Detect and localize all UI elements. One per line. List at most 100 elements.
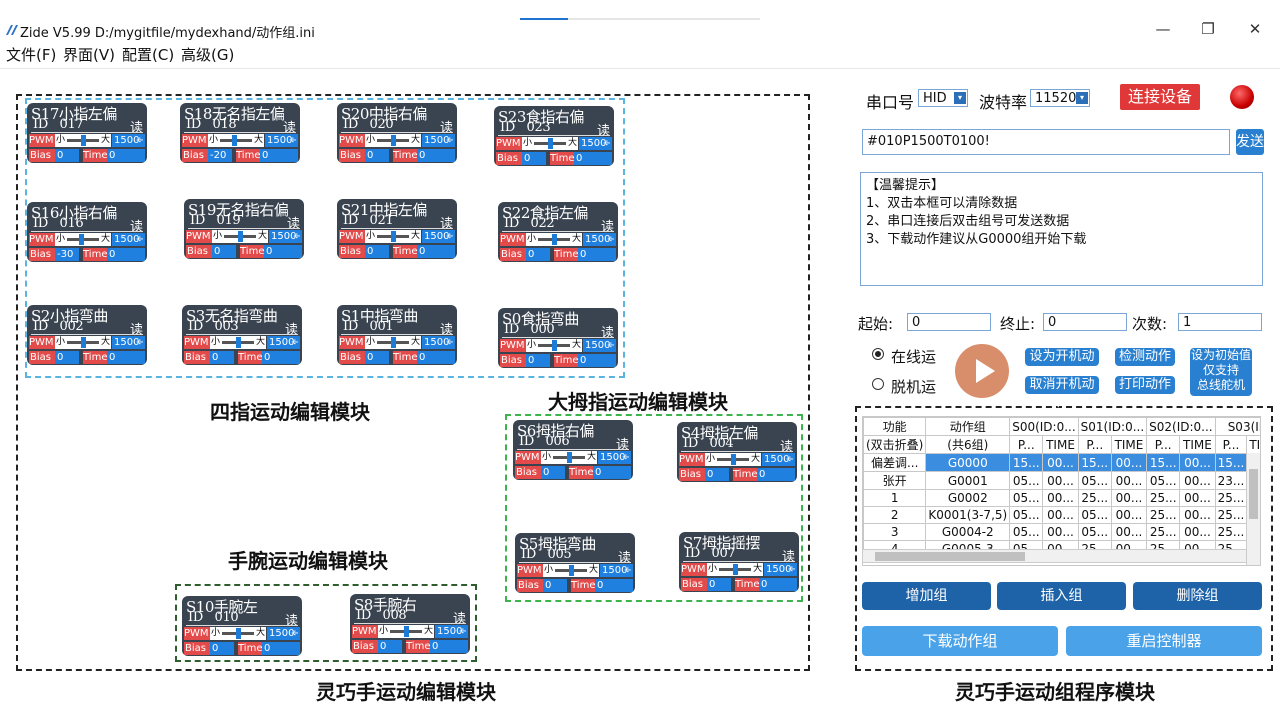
table-cell[interactable]: 25... xyxy=(1077,489,1112,507)
bias-value[interactable]: -30 xyxy=(55,248,79,261)
menu-config[interactable]: 配置(C) xyxy=(122,44,174,65)
pwm-slider[interactable]: 小大 xyxy=(378,625,434,638)
pwm-slider[interactable]: 小大 xyxy=(55,134,111,147)
time-value[interactable]: 0 xyxy=(430,640,468,653)
header-cell[interactable]: TIME xyxy=(1110,435,1148,454)
pwm-value[interactable]: 1500 ÷ xyxy=(269,230,302,243)
table-cell[interactable]: 00... xyxy=(1179,471,1216,490)
table-cell[interactable]: 05... xyxy=(1009,523,1044,541)
time-value[interactable]: 0 xyxy=(757,468,795,481)
table-cell[interactable]: G0004-2 xyxy=(925,523,1011,541)
bias-value[interactable]: 0 xyxy=(55,149,79,162)
table-cell[interactable]: 00... xyxy=(1179,453,1216,472)
start-input[interactable]: 0 xyxy=(907,313,991,331)
pwm-value[interactable]: 1500 ÷ xyxy=(267,336,300,349)
time-value[interactable]: 0 xyxy=(262,351,300,364)
pwm-slider[interactable]: 小大 xyxy=(522,137,578,150)
time-value[interactable]: 0 xyxy=(107,149,145,162)
time-value[interactable]: 0 xyxy=(417,149,455,162)
time-value[interactable]: 0 xyxy=(593,466,631,479)
time-value[interactable]: 0 xyxy=(260,149,298,162)
time-value[interactable]: 0 xyxy=(417,245,455,258)
header-cell[interactable]: (共6组) xyxy=(925,435,1011,454)
play-button[interactable] xyxy=(955,344,1009,398)
bias-value[interactable]: 0 xyxy=(210,642,234,655)
table-cell[interactable]: 00... xyxy=(1179,523,1216,541)
time-value[interactable]: 0 xyxy=(595,579,633,592)
table-cell[interactable]: 00... xyxy=(1042,471,1079,490)
table-cell[interactable]: 00... xyxy=(1042,523,1079,541)
pwm-slider[interactable]: 小大 xyxy=(210,336,266,349)
time-value[interactable]: 0 xyxy=(574,152,612,165)
bias-value[interactable]: 0 xyxy=(526,248,550,261)
print-button[interactable]: 打印动作 xyxy=(1115,376,1175,394)
pwm-slider[interactable]: 小大 xyxy=(543,564,599,577)
bias-value[interactable]: 0 xyxy=(365,351,389,364)
pwm-value[interactable]: 1500 ÷ xyxy=(583,233,616,246)
header-cell[interactable]: P... xyxy=(1214,435,1248,454)
pwm-value[interactable]: 1500 ÷ xyxy=(600,564,633,577)
pwm-slider[interactable]: 小大 xyxy=(365,230,421,243)
table-cell[interactable]: 00... xyxy=(1042,506,1079,524)
online-radio[interactable] xyxy=(872,348,884,360)
pwm-value[interactable]: 1500 ÷ xyxy=(579,137,612,150)
table-cell[interactable]: 05... xyxy=(1009,471,1044,490)
maximize-button[interactable]: ❐ xyxy=(1193,20,1223,38)
restart-button[interactable]: 重启控制器 xyxy=(1066,626,1262,656)
header-cell[interactable]: 动作组 xyxy=(925,417,1011,436)
pwm-value[interactable]: 1500 ÷ xyxy=(764,563,797,576)
pwm-value[interactable]: 1500 ÷ xyxy=(422,134,455,147)
pwm-slider[interactable]: 小大 xyxy=(212,230,268,243)
table-cell[interactable]: 25... xyxy=(1214,523,1248,541)
set-boot-button[interactable]: 设为开机动作 xyxy=(1025,348,1099,382)
check-button[interactable]: 检测动作 xyxy=(1115,348,1175,366)
port-select[interactable]: HID ▾ xyxy=(918,89,968,107)
pwm-value[interactable]: 1500 ÷ xyxy=(583,339,616,352)
pwm-slider[interactable]: 小大 xyxy=(208,134,264,147)
bias-value[interactable]: 0 xyxy=(378,640,402,653)
pwm-slider[interactable]: 小大 xyxy=(210,627,266,640)
time-value[interactable]: 0 xyxy=(262,642,300,655)
table-cell[interactable]: 15... xyxy=(1146,453,1181,472)
command-input[interactable]: #010P1500T0100! xyxy=(862,129,1230,155)
header-cell[interactable]: TIME xyxy=(1246,435,1260,454)
bias-value[interactable]: -20 xyxy=(208,149,232,162)
table-cell[interactable]: 00... xyxy=(1179,506,1216,524)
table-cell[interactable]: 25... xyxy=(1146,489,1181,507)
table-cell[interactable]: 05... xyxy=(1077,523,1112,541)
header-cell[interactable]: S03(ID xyxy=(1214,417,1260,436)
count-input[interactable]: 1 xyxy=(1178,313,1262,331)
bias-value[interactable]: 0 xyxy=(55,351,79,364)
insert-group-button[interactable]: 插入组 xyxy=(997,582,1126,610)
tips-box[interactable]: 【温馨提示】 1、双击本框可以清除数据 2、串口连接后双击组号可发送数据 3、下… xyxy=(860,172,1263,286)
pwm-slider[interactable]: 小大 xyxy=(55,233,111,246)
table-cell[interactable]: 00... xyxy=(1110,523,1148,541)
pwm-slider[interactable]: 小大 xyxy=(365,134,421,147)
cancel-boot-button[interactable]: 取消开机动作 xyxy=(1025,376,1099,410)
pwm-value[interactable]: 1500 ÷ xyxy=(112,134,145,147)
pwm-value[interactable]: 1500 ÷ xyxy=(422,336,455,349)
bias-value[interactable]: 0 xyxy=(365,149,389,162)
pwm-slider[interactable]: 小大 xyxy=(365,336,421,349)
time-value[interactable]: 0 xyxy=(759,578,797,591)
table-cell[interactable]: 00... xyxy=(1110,506,1148,524)
offline-radio[interactable] xyxy=(872,378,884,390)
menu-view[interactable]: 界面(V) xyxy=(63,44,115,65)
table-cell[interactable]: 15... xyxy=(1214,453,1248,472)
table-cell[interactable]: 偏差调... xyxy=(863,453,927,472)
time-value[interactable]: 0 xyxy=(578,248,616,261)
table-cell[interactable]: 05... xyxy=(1009,489,1044,507)
time-value[interactable]: 0 xyxy=(107,351,145,364)
menu-file[interactable]: 文件(F) xyxy=(6,44,56,65)
time-value[interactable]: 0 xyxy=(578,354,616,367)
header-cell[interactable]: TIME xyxy=(1042,435,1079,454)
table-row[interactable]: 1 G0002 05... 00... 25... 00... 25... 00... 25..… xyxy=(863,489,1260,507)
header-cell[interactable]: P... xyxy=(1009,435,1044,454)
pwm-value[interactable]: 1500 ÷ xyxy=(112,336,145,349)
table-cell[interactable]: 25... xyxy=(1146,523,1181,541)
table-row[interactable]: 2 K0001(3-7,5) 05... 00... 05... 00... 25... 00… xyxy=(863,506,1260,524)
table-cell[interactable]: 23... xyxy=(1214,471,1248,490)
pwm-value[interactable]: 1500 ÷ xyxy=(422,230,455,243)
table-row[interactable]: 偏差调... G0000 15... 00... 15... 00... 15... 00..… xyxy=(863,453,1260,472)
bias-value[interactable]: 0 xyxy=(526,354,550,367)
